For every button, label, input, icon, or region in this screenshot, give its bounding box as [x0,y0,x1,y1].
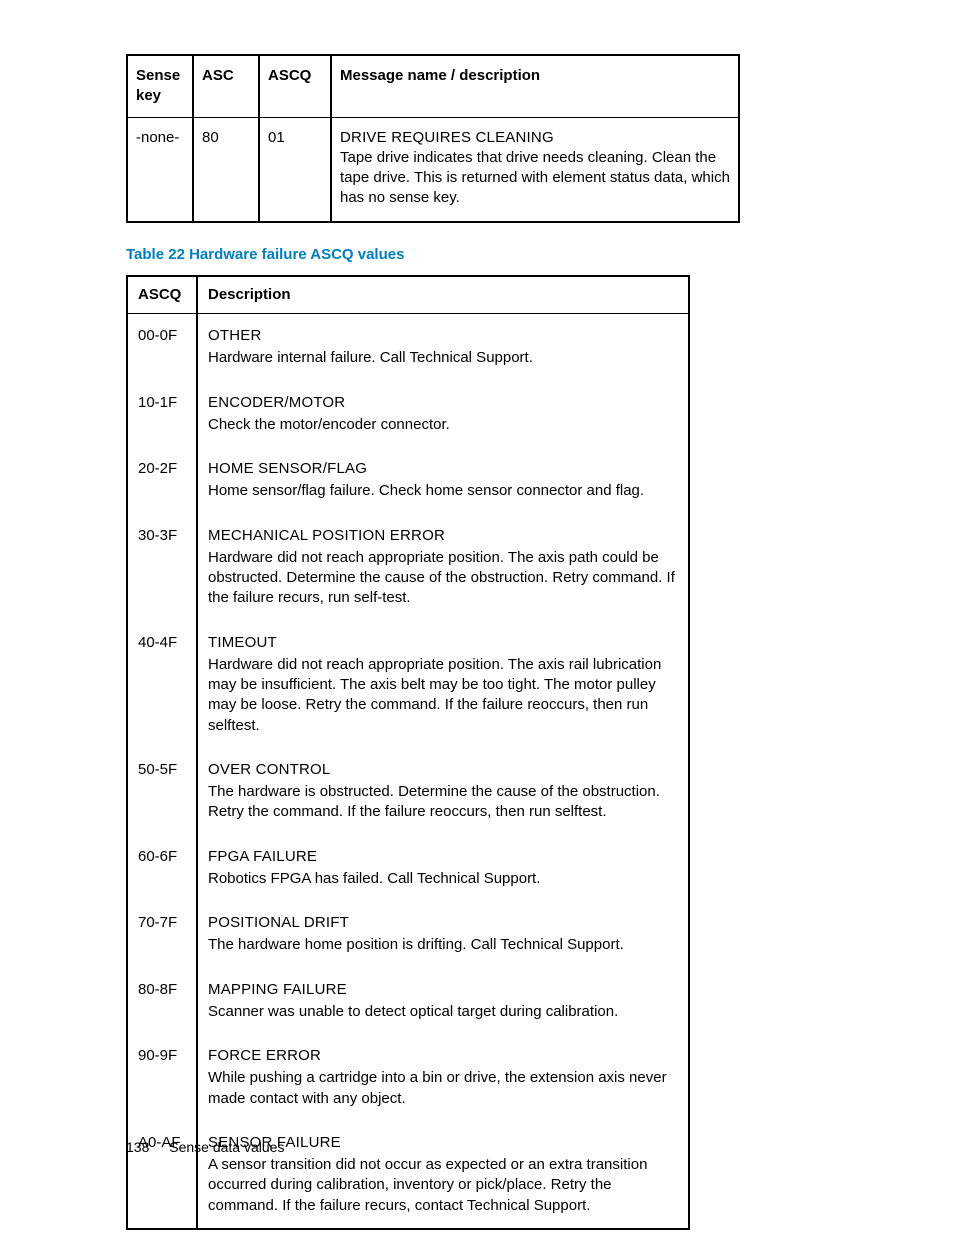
cell-sense: -none- [127,117,193,222]
table-row: 60-6FFPGA FAILURERobotics FPGA has faile… [127,835,689,902]
cell-asc: 80 [193,117,259,222]
row-title: OVER CONTROL [208,760,678,780]
cell-ascq: 01 [259,117,331,222]
cell-description: TIMEOUTHardware did not reach appropriat… [197,621,689,748]
row-desc: While pushing a cartridge into a bin or … [208,1068,678,1109]
cell-message: DRIVE REQUIRES CLEANING Tape drive indic… [331,117,739,222]
table-row: 00-0FOTHERHardware internal failure. Cal… [127,314,689,381]
col-sense-key: Sense key [127,55,193,117]
sense-key-table: Sense key ASC ASCQ Message name / descri… [126,54,740,223]
col-description: Description [197,276,689,314]
cell-ascq: 10-1F [127,381,197,448]
cell-ascq: 60-6F [127,835,197,902]
cell-description: SENSOR FAILUREA sensor transition did no… [197,1121,689,1229]
row-desc: Home sensor/flag failure. Check home sen… [208,481,678,501]
table-row: 80-8FMAPPING FAILUREScanner was unable t… [127,968,689,1035]
row-title: FPGA FAILURE [208,847,678,867]
cell-ascq: 80-8F [127,968,197,1035]
page-container: Sense key ASC ASCQ Message name / descri… [0,0,954,1235]
cell-ascq: 70-7F [127,901,197,968]
row-title: MAPPING FAILURE [208,980,678,1000]
cell-ascq: 40-4F [127,621,197,748]
col-ascq: ASCQ [127,276,197,314]
cell-description: ENCODER/MOTORCheck the motor/encoder con… [197,381,689,448]
row-title: OTHER [208,326,678,346]
cell-description: POSITIONAL DRIFTThe hardware home positi… [197,901,689,968]
row-title: MECHANICAL POSITION ERROR [208,526,678,546]
table-row: 40-4FTIMEOUTHardware did not reach appro… [127,621,689,748]
table-row: 10-1FENCODER/MOTORCheck the motor/encode… [127,381,689,448]
row-desc: The hardware is obstructed. Determine th… [208,782,678,823]
row-title: TIMEOUT [208,633,678,653]
message-title: DRIVE REQUIRES CLEANING [340,128,730,148]
table-header-row: Sense key ASC ASCQ Message name / descri… [127,55,739,117]
col-ascq: ASCQ [259,55,331,117]
message-desc: Tape drive indicates that drive needs cl… [340,148,730,209]
col-asc: ASC [193,55,259,117]
row-title: ENCODER/MOTOR [208,393,678,413]
cell-description: OTHERHardware internal failure. Call Tec… [197,314,689,381]
row-title: FORCE ERROR [208,1046,678,1066]
cell-ascq: A0-AF [127,1121,197,1229]
row-title: POSITIONAL DRIFT [208,913,678,933]
table-row: 70-7FPOSITIONAL DRIFTThe hardware home p… [127,901,689,968]
row-title: HOME SENSOR/FLAG [208,459,678,479]
table-row: 90-9FFORCE ERRORWhile pushing a cartridg… [127,1034,689,1121]
cell-description: OVER CONTROLThe hardware is obstructed. … [197,748,689,835]
cell-description: HOME SENSOR/FLAGHome sensor/flag failure… [197,447,689,514]
section-title: Sense data values [169,1139,284,1155]
cell-description: MAPPING FAILUREScanner was unable to det… [197,968,689,1035]
table-row: A0-AFSENSOR FAILUREA sensor transition d… [127,1121,689,1229]
cell-ascq: 20-2F [127,447,197,514]
table-row: -none- 80 01 DRIVE REQUIRES CLEANING Tap… [127,117,739,222]
row-desc: Scanner was unable to detect optical tar… [208,1002,678,1022]
row-desc: Check the motor/encoder connector. [208,415,678,435]
cell-ascq: 50-5F [127,748,197,835]
ascq-values-table: ASCQ Description 00-0FOTHERHardware inte… [126,275,690,1230]
row-desc: Hardware did not reach appropriate posit… [208,548,678,609]
cell-description: FPGA FAILURERobotics FPGA has failed. Ca… [197,835,689,902]
page-number: 138 [126,1138,149,1157]
row-desc: Hardware internal failure. Call Technica… [208,348,678,368]
cell-description: MECHANICAL POSITION ERRORHardware did no… [197,514,689,621]
table-row: 50-5FOVER CONTROLThe hardware is obstruc… [127,748,689,835]
row-desc: A sensor transition did not occur as exp… [208,1155,678,1216]
table-caption: Table 22 Hardware failure ASCQ values [126,245,828,265]
row-desc: Hardware did not reach appropriate posit… [208,655,678,736]
cell-ascq: 30-3F [127,514,197,621]
table-header-row: ASCQ Description [127,276,689,314]
row-desc: Robotics FPGA has failed. Call Technical… [208,869,678,889]
row-desc: The hardware home position is drifting. … [208,935,678,955]
table-row: 30-3FMECHANICAL POSITION ERRORHardware d… [127,514,689,621]
cell-description: FORCE ERRORWhile pushing a cartridge int… [197,1034,689,1121]
cell-ascq: 90-9F [127,1034,197,1121]
cell-ascq: 00-0F [127,314,197,381]
page-footer: 138 Sense data values [126,1138,284,1157]
col-message: Message name / description [331,55,739,117]
table-row: 20-2FHOME SENSOR/FLAGHome sensor/flag fa… [127,447,689,514]
